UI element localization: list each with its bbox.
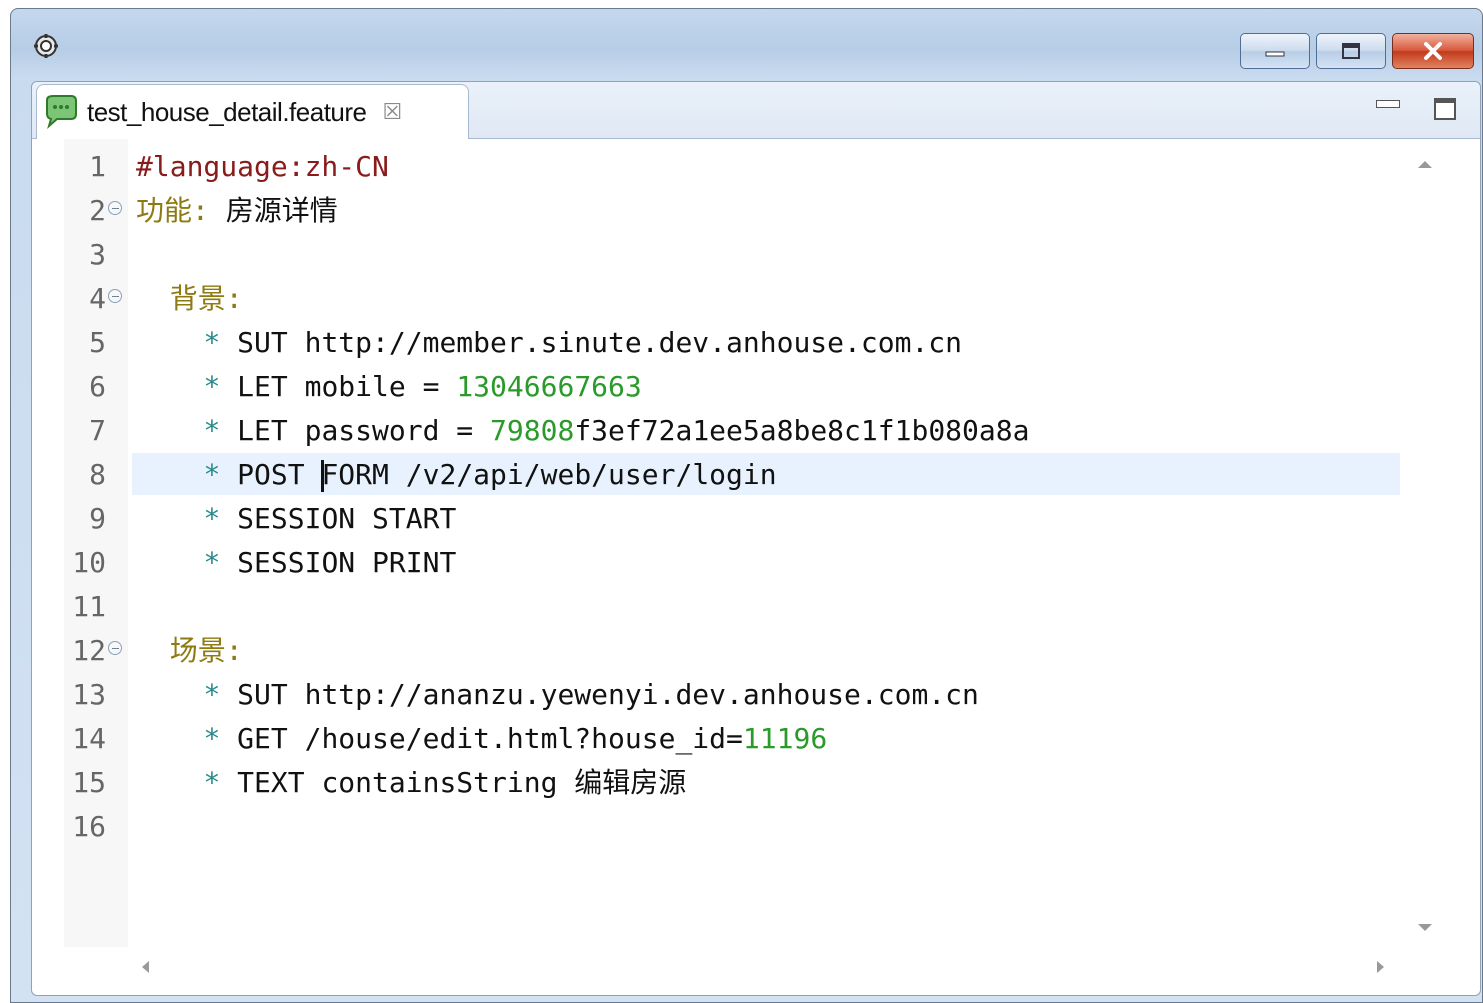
code-text: * SESSION START: [203, 502, 457, 535]
code-text: * LET password = 79808f3ef72a1ee5a8be8c1…: [203, 414, 1030, 447]
app-window: test_house_detail.feature ☒ 1 #language:z…: [10, 8, 1483, 1003]
scroll-up-icon[interactable]: [1418, 161, 1432, 168]
line-number: 9: [89, 502, 106, 535]
fold-collapse-icon[interactable]: [108, 641, 122, 655]
code-text: 场景:: [169, 634, 243, 667]
line-number: 5: [89, 326, 106, 359]
code-line[interactable]: 12 场景:: [64, 629, 1400, 673]
code-line[interactable]: 8 * POST FORM /v2/api/web/user/login: [64, 453, 1400, 497]
line-number: 7: [89, 414, 106, 447]
line-number: 10: [72, 546, 106, 579]
maximize-icon: [1342, 43, 1360, 59]
vertical-scrollbar[interactable]: [1400, 139, 1450, 947]
editor-tab-bar: test_house_detail.feature ☒: [32, 82, 1480, 139]
pane-maximize-icon[interactable]: [1434, 98, 1456, 120]
line-number: 8: [89, 458, 106, 491]
code-line[interactable]: 16: [64, 805, 1400, 849]
code-line[interactable]: 4 背景:: [64, 277, 1400, 321]
minimize-icon: [1265, 51, 1285, 57]
feature-bubble-icon: [46, 95, 77, 129]
code-text: * SUT http://ananzu.yewenyi.dev.anhouse.…: [203, 678, 979, 711]
code-text: * LET mobile = 13046667663: [203, 370, 642, 403]
code-text: 背景:: [169, 282, 243, 315]
code-text: #language:zh-CN: [136, 150, 389, 183]
code-line[interactable]: 7 * LET password = 79808f3ef72a1ee5a8be8…: [64, 409, 1400, 453]
line-number: 16: [72, 810, 106, 843]
window-controls: [1240, 33, 1474, 69]
close-button[interactable]: [1392, 33, 1474, 69]
line-number: 14: [72, 722, 106, 755]
line-number: 2: [89, 194, 106, 227]
fold-collapse-icon[interactable]: [108, 289, 122, 303]
code-text: * SUT http://member.sinute.dev.anhouse.c…: [203, 326, 963, 359]
close-icon: [1424, 42, 1442, 60]
minimize-button[interactable]: [1240, 33, 1310, 69]
code-text: 功能: 房源详情: [136, 194, 338, 227]
line-number: 1: [89, 150, 106, 183]
code-line[interactable]: 2 功能: 房源详情: [64, 189, 1400, 233]
code-line[interactable]: 14 * GET /house/edit.html?house_id=11196: [64, 717, 1400, 761]
code-line[interactable]: 9 * SESSION START: [64, 497, 1400, 541]
gear-icon[interactable]: [33, 33, 59, 59]
code-text: * TEXT containsString 编辑房源: [203, 766, 687, 799]
scroll-down-icon[interactable]: [1418, 924, 1432, 931]
code-text: * GET /house/edit.html?house_id=11196: [203, 722, 828, 755]
code-editor[interactable]: 1 #language:zh-CN 2 功能: 房源详情 3 4 背景: 5 * SUT h…: [64, 139, 1400, 947]
line-number: 6: [89, 370, 106, 403]
tab-label: test_house_detail.feature: [87, 96, 367, 127]
line-number: 3: [89, 238, 106, 271]
code-line[interactable]: 3: [64, 233, 1400, 277]
code-line[interactable]: 13 * SUT http://ananzu.yewenyi.dev.anhou…: [64, 673, 1400, 717]
editor-pane: test_house_detail.feature ☒ 1 #language:z…: [31, 81, 1481, 996]
scroll-right-icon[interactable]: [1377, 961, 1384, 973]
line-number: 12: [72, 634, 106, 667]
maximize-button[interactable]: [1316, 33, 1386, 69]
code-line[interactable]: 1 #language:zh-CN: [64, 145, 1400, 189]
pane-minimize-icon[interactable]: [1376, 100, 1400, 108]
code-text: * SESSION PRINT: [203, 546, 457, 579]
line-number: 13: [72, 678, 106, 711]
fold-collapse-icon[interactable]: [108, 201, 122, 215]
code-line[interactable]: 5 * SUT http://member.sinute.dev.anhouse…: [64, 321, 1400, 365]
line-number: 11: [72, 590, 106, 623]
tab-test-house-detail[interactable]: test_house_detail.feature ☒: [36, 84, 469, 139]
scroll-left-icon[interactable]: [142, 961, 149, 973]
code-line[interactable]: 11: [64, 585, 1400, 629]
code-line[interactable]: 10 * SESSION PRINT: [64, 541, 1400, 585]
line-number: 4: [89, 282, 106, 315]
code-line[interactable]: 15 * TEXT containsString 编辑房源: [64, 761, 1400, 805]
tab-close-icon[interactable]: ☒: [383, 100, 403, 125]
horizontal-scrollbar[interactable]: [128, 950, 1400, 984]
code-text: * POST FORM /v2/api/web/user/login: [203, 458, 777, 492]
line-number: 15: [72, 766, 106, 799]
code-line[interactable]: 6 * LET mobile = 13046667663: [64, 365, 1400, 409]
